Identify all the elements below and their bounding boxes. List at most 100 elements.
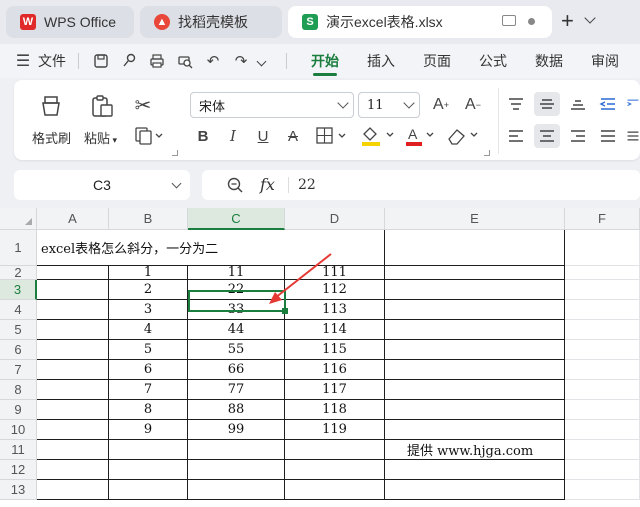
row-header-4[interactable]: 4 (0, 300, 37, 320)
grid-cell[interactable] (109, 480, 188, 500)
font-color-icon[interactable]: A (404, 124, 438, 148)
grid-cell[interactable] (37, 340, 109, 360)
grid-cell[interactable] (285, 480, 385, 500)
row-header-10[interactable]: 10 (0, 420, 37, 440)
formula-bar[interactable]: fx 22 (202, 170, 640, 200)
grid-cell[interactable] (109, 460, 188, 480)
format-painter-label[interactable]: 格式刷 (32, 128, 71, 147)
grid-cell[interactable] (565, 230, 640, 266)
clear-format-icon[interactable] (446, 124, 482, 148)
copy-icon[interactable] (134, 126, 164, 146)
tab-data[interactable]: 数据 (535, 44, 563, 78)
name-box[interactable]: C3 (14, 170, 190, 200)
row-header-5[interactable]: 5 (0, 320, 37, 340)
spreadsheet-grid[interactable]: ABCDEF 1 2 3 4 5 6 7 8 9 10 11 12 13 excel表格怎么斜分，一分为… (0, 208, 640, 507)
row-header-11[interactable]: 11 (0, 440, 37, 460)
italic-icon[interactable]: I (224, 126, 242, 146)
align-bottom-icon[interactable] (568, 96, 588, 112)
grid-cell[interactable] (188, 480, 285, 500)
grid-cell[interactable] (188, 460, 285, 480)
grid-cell[interactable] (565, 360, 640, 380)
format-painter-icon[interactable] (38, 94, 64, 118)
tab-home[interactable]: 开始 (311, 44, 339, 78)
new-tab-icon[interactable]: + (561, 10, 574, 32)
tab-page[interactable]: 页面 (423, 44, 451, 78)
tab-formula[interactable]: 公式 (479, 44, 507, 78)
grid-cell[interactable] (37, 360, 109, 380)
cell-c8[interactable]: 77 (188, 380, 285, 400)
grid-cell[interactable] (565, 480, 640, 500)
font-name-select[interactable]: 宋体 (190, 92, 354, 118)
cell-b5[interactable]: 4 (109, 320, 188, 340)
row-header-6[interactable]: 6 (0, 340, 37, 360)
cell-b6[interactable]: 5 (109, 340, 188, 360)
grid-cell[interactable] (565, 280, 640, 300)
grid-cell[interactable] (37, 460, 109, 480)
fill-handle[interactable] (282, 308, 288, 314)
paste-label[interactable]: 粘贴 ▾ (84, 128, 117, 147)
grid-cell[interactable] (385, 360, 565, 380)
align-right-icon[interactable] (568, 128, 588, 144)
save-icon[interactable] (92, 52, 110, 70)
file-menu[interactable]: 文件 (38, 44, 66, 78)
grid-cell[interactable] (565, 300, 640, 320)
cell-b9[interactable]: 8 (109, 400, 188, 420)
cell-b10[interactable]: 9 (109, 420, 188, 440)
fill-color-icon[interactable] (360, 124, 398, 148)
grid-cell[interactable] (565, 420, 640, 440)
print-preview-icon[interactable] (176, 52, 194, 70)
cell-d9[interactable]: 118 (285, 400, 385, 420)
zoom-formula-icon[interactable] (226, 176, 244, 199)
grid-cell[interactable] (385, 420, 565, 440)
grid-cell[interactable] (385, 320, 565, 340)
cell-c6[interactable]: 55 (188, 340, 285, 360)
grid-cell[interactable] (565, 460, 640, 480)
window-icon[interactable] (502, 15, 516, 26)
row-header-1[interactable]: 1 (0, 230, 37, 266)
more-chevron-icon[interactable] (256, 56, 267, 67)
grid-cell[interactable] (285, 460, 385, 480)
cell-b2[interactable]: 1 (109, 265, 188, 280)
align-center-icon[interactable] (534, 124, 560, 148)
strikethrough-icon[interactable]: A (284, 126, 302, 146)
justify-icon[interactable] (598, 128, 618, 144)
grid-cell[interactable] (109, 440, 188, 460)
tab-docer-templates[interactable]: ▲ 找稻壳模板 (140, 6, 282, 38)
print-icon[interactable] (148, 52, 166, 70)
grid-cell[interactable] (385, 380, 565, 400)
cell-c10[interactable]: 99 (188, 420, 285, 440)
cell-c7[interactable]: 66 (188, 360, 285, 380)
grid-cell[interactable] (565, 340, 640, 360)
grid-cell[interactable] (37, 400, 109, 420)
redo-icon[interactable]: ↷ (232, 52, 250, 70)
grid-cell[interactable] (37, 266, 109, 280)
tab-review[interactable]: 审阅 (591, 44, 619, 78)
cell-c9[interactable]: 88 (188, 400, 285, 420)
paste-icon[interactable] (89, 93, 115, 119)
hamburger-menu-icon[interactable]: ☰ (14, 52, 32, 70)
cell-d6[interactable]: 115 (285, 340, 385, 360)
grid-cell[interactable] (385, 300, 565, 320)
align-middle-icon[interactable] (534, 92, 560, 116)
font-size-select[interactable]: 11 (358, 92, 420, 118)
grid-cell[interactable] (188, 440, 285, 460)
grid-cell[interactable] (565, 380, 640, 400)
row-header-7[interactable]: 7 (0, 360, 37, 380)
grid-cell[interactable] (385, 230, 565, 266)
row-header-13[interactable]: 13 (0, 480, 37, 500)
row-header-2[interactable]: 2 (0, 265, 37, 280)
column-header-b[interactable]: B (109, 208, 188, 230)
grid-cell[interactable] (565, 400, 640, 420)
row-header-8[interactable]: 8 (0, 380, 37, 400)
increase-indent-icon[interactable] (626, 96, 640, 112)
cell-d5[interactable]: 114 (285, 320, 385, 340)
grid-cell[interactable] (385, 266, 565, 280)
grid-cell[interactable] (385, 460, 565, 480)
undo-icon[interactable]: ↶ (204, 52, 222, 70)
align-top-icon[interactable] (506, 96, 526, 112)
grid-cell[interactable] (565, 440, 640, 460)
row-header-3[interactable]: 3 (0, 280, 37, 300)
select-all-corner[interactable] (0, 208, 37, 230)
align-left-icon[interactable] (506, 128, 526, 144)
formula-value[interactable]: 22 (298, 177, 316, 193)
